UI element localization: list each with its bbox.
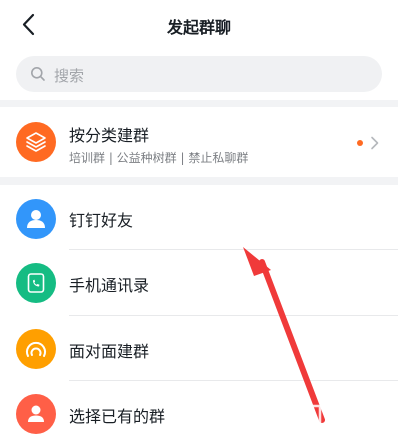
category-label: 按分类建群 <box>69 126 150 145</box>
list-item-label: 选择已有的群 <box>69 407 166 426</box>
phone-book-icon <box>16 263 56 303</box>
category-subtitle: 培训群 | 公益种树群 | 禁止私聊群 <box>69 151 249 165</box>
unread-dot <box>357 140 363 146</box>
search-icon <box>31 67 45 81</box>
list-item-label: 手机通讯录 <box>69 276 150 295</box>
list-item-phone-contacts[interactable]: 手机通讯录 <box>0 250 398 316</box>
category-card: 按分类建群 培训群 | 公益种树群 | 禁止私聊群 <box>0 107 398 177</box>
list-item-face-to-face[interactable]: 面对面建群 <box>0 316 398 381</box>
group-icon <box>16 394 56 434</box>
list-item-label: 钉钉好友 <box>69 211 134 230</box>
person-icon <box>16 199 56 239</box>
category-row[interactable]: 按分类建群 培训群 | 公益种树群 | 禁止私聊群 <box>0 107 398 177</box>
watermark-logo: www.xiazaiba.com <box>240 392 396 442</box>
layers-icon <box>16 122 56 162</box>
page-title: 发起群聊 <box>166 18 231 37</box>
radar-icon <box>16 329 56 369</box>
app-header: 发起群聊 <box>0 0 398 50</box>
watermark-text: www.xiazaiba.com <box>312 424 396 434</box>
search-placeholder: 搜索 <box>54 67 85 85</box>
list-item-label: 面对面建群 <box>69 342 150 361</box>
chevron-right-icon <box>371 136 379 150</box>
search-input[interactable]: 搜索 <box>16 56 382 92</box>
search-section: 搜索 <box>0 50 398 100</box>
list-item-dingtalk-friends[interactable]: 钉钉好友 <box>0 185 398 250</box>
